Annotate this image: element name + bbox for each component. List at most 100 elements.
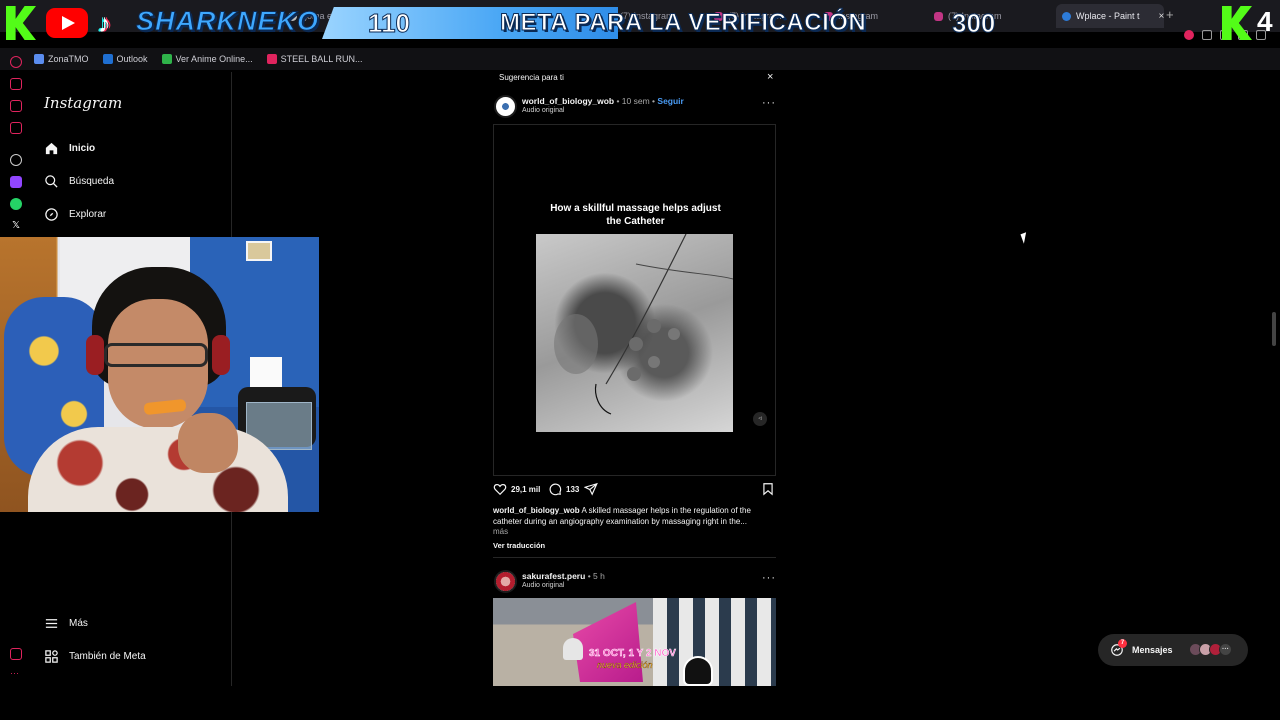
tab-goma-eva[interactable]: goma eva - B bbox=[282, 4, 342, 28]
post-video[interactable]: How a skillful massage helps adjust the … bbox=[493, 124, 776, 476]
post-header: sakurafest.peru • 5 h Audio original ··· bbox=[494, 570, 776, 594]
headphone-icon bbox=[212, 335, 230, 375]
instagram-favicon-icon bbox=[606, 11, 615, 21]
bookmark-label: STEEL BALL RUN... bbox=[280, 54, 363, 64]
tab-favicon-icon bbox=[288, 11, 297, 21]
extensions-puzzle-icon[interactable] bbox=[1202, 30, 1212, 40]
x-twitter-icon[interactable]: 𝕏 bbox=[10, 220, 22, 232]
messages-label: Mensajes bbox=[1132, 645, 1173, 655]
video-title: 31 OCT, 1 Y 2 NOV bbox=[589, 648, 676, 660]
bookmark-anime[interactable]: Ver Anime Online... bbox=[161, 54, 253, 64]
video-flag bbox=[573, 602, 643, 682]
close-icon[interactable]: × bbox=[767, 71, 773, 83]
more-dots-icon: ··· bbox=[1219, 643, 1232, 656]
bottom-bar bbox=[0, 687, 1280, 720]
avatar[interactable] bbox=[494, 570, 517, 593]
post-audio-label[interactable]: Audio original bbox=[522, 107, 564, 114]
whatsapp-icon[interactable] bbox=[10, 198, 22, 210]
tab-instagram-4[interactable]: (7) Instagram bbox=[928, 4, 1052, 28]
close-tab-icon[interactable]: × bbox=[1159, 11, 1164, 22]
more-options-icon[interactable]: ··· bbox=[762, 97, 776, 109]
mute-icon[interactable]: ◃ bbox=[753, 412, 767, 426]
post-audio-label[interactable]: Audio original bbox=[522, 582, 564, 589]
twitch-icon[interactable] bbox=[10, 176, 22, 188]
webcam-picture-frame bbox=[246, 241, 272, 261]
instagram-logo[interactable]: Instagram bbox=[44, 94, 122, 112]
new-tab-button[interactable]: + bbox=[1166, 7, 1174, 22]
post-username[interactable]: world_of_biology_wob bbox=[522, 96, 614, 106]
post-username-line: world_of_biology_wob • 10 sem • Seguir bbox=[522, 96, 684, 106]
bookmark-label: Outlook bbox=[116, 54, 148, 64]
nav-label: Explorar bbox=[69, 209, 107, 220]
chat-icon[interactable] bbox=[10, 100, 22, 112]
bookmark-favicon-icon bbox=[161, 54, 172, 64]
xray-illustration bbox=[554, 234, 733, 415]
webcam-glasses bbox=[104, 343, 208, 367]
post-divider bbox=[493, 557, 776, 558]
video-caption: How a skillful massage helps adjust the … bbox=[494, 202, 777, 228]
send-icon bbox=[584, 482, 598, 496]
more-dots-icon[interactable]: ··· bbox=[10, 668, 22, 680]
bookmark-zonatmo[interactable]: ZonaTMO bbox=[34, 54, 89, 64]
page-scrollbar[interactable] bbox=[1271, 72, 1277, 686]
tab-label: Instagram bbox=[838, 11, 879, 21]
nav-label: También de Meta bbox=[69, 651, 146, 662]
scrollbar-thumb[interactable] bbox=[1272, 312, 1276, 346]
translate-link[interactable]: Ver traducción bbox=[493, 541, 545, 550]
tab-label: (7) Instagram bbox=[620, 11, 674, 21]
caption-more-link[interactable]: más bbox=[493, 527, 508, 536]
like-button[interactable]: 29,1 mil bbox=[493, 482, 540, 496]
youtube-favicon-icon bbox=[266, 54, 277, 64]
compass-icon bbox=[45, 208, 58, 221]
messages-button[interactable]: 7 Mensajes ··· bbox=[1098, 634, 1248, 666]
nav-item-mas[interactable]: Más bbox=[44, 616, 88, 631]
store-icon[interactable] bbox=[10, 78, 22, 90]
nav-item-inicio[interactable]: Inicio bbox=[44, 141, 95, 156]
nav-label: Inicio bbox=[69, 143, 96, 154]
browser-menu-icon[interactable] bbox=[1256, 30, 1266, 40]
browser-toolbar-icons bbox=[1184, 30, 1266, 40]
bookmark-label: ZonaTMO bbox=[48, 54, 89, 64]
bookmark-favicon-icon bbox=[34, 54, 44, 64]
bookmark-steel-ball-run[interactable]: STEEL BALL RUN... bbox=[266, 54, 363, 64]
caption-username[interactable]: world_of_biology_wob bbox=[493, 506, 580, 515]
chatgpt-icon[interactable] bbox=[10, 154, 22, 166]
save-button[interactable] bbox=[761, 482, 775, 496]
tab-label: Wplace - Paint t bbox=[1076, 11, 1140, 21]
search-icon bbox=[45, 175, 58, 188]
more-options-icon[interactable]: ··· bbox=[762, 572, 776, 584]
tab-instagram-1[interactable]: (7) Instagram bbox=[600, 4, 700, 28]
reader-icon[interactable] bbox=[10, 122, 22, 134]
history-icon[interactable] bbox=[10, 56, 22, 68]
browser-tab-bar: goma eva - B (7) Instagram (7) Instagram… bbox=[0, 0, 1280, 32]
wplace-favicon-icon bbox=[1062, 11, 1071, 21]
outlook-icon bbox=[102, 54, 113, 64]
tab-instagram-3[interactable]: Instagram bbox=[818, 4, 918, 28]
webcam-person-shirt bbox=[28, 427, 288, 512]
post-video[interactable]: 31 OCT, 1 Y 2 NOV nueva edición bbox=[493, 598, 776, 686]
nav-item-busqueda[interactable]: Búsqueda bbox=[44, 174, 114, 189]
extension-shield-icon[interactable] bbox=[1184, 30, 1194, 40]
post-actions: 29,1 mil 133 bbox=[493, 482, 776, 498]
nav-item-explorar[interactable]: Explorar bbox=[44, 207, 106, 222]
nav-item-tambien-de-meta[interactable]: También de Meta bbox=[44, 649, 146, 664]
share-button[interactable] bbox=[584, 482, 598, 496]
avatar[interactable] bbox=[494, 95, 517, 118]
video-subtitle: nueva edición bbox=[597, 660, 653, 670]
download-icon[interactable] bbox=[1238, 30, 1248, 40]
character-sticker-icon bbox=[683, 656, 713, 686]
share-icon[interactable] bbox=[1220, 30, 1230, 40]
sidepanel-extra-icon[interactable] bbox=[10, 648, 22, 660]
like-count: 29,1 mil bbox=[511, 484, 541, 494]
tab-wplace[interactable]: Wplace - Paint t × bbox=[1056, 4, 1164, 28]
tab-instagram-2[interactable]: (7) Instagram bbox=[708, 4, 808, 28]
messages-avatars: ··· bbox=[1189, 643, 1232, 656]
follow-button[interactable]: Seguir bbox=[657, 96, 683, 106]
video-caption-line: the Catheter bbox=[606, 216, 665, 227]
comment-button[interactable]: 133 bbox=[548, 482, 579, 496]
suggestion-label: Sugerencia para ti bbox=[499, 73, 564, 82]
video-caption-line: How a skillful massage helps adjust bbox=[550, 203, 721, 214]
bookmark-outlook[interactable]: Outlook bbox=[102, 54, 148, 64]
post-header: world_of_biology_wob • 10 sem • Seguir A… bbox=[494, 95, 776, 119]
post-username[interactable]: sakurafest.peru bbox=[522, 571, 585, 581]
